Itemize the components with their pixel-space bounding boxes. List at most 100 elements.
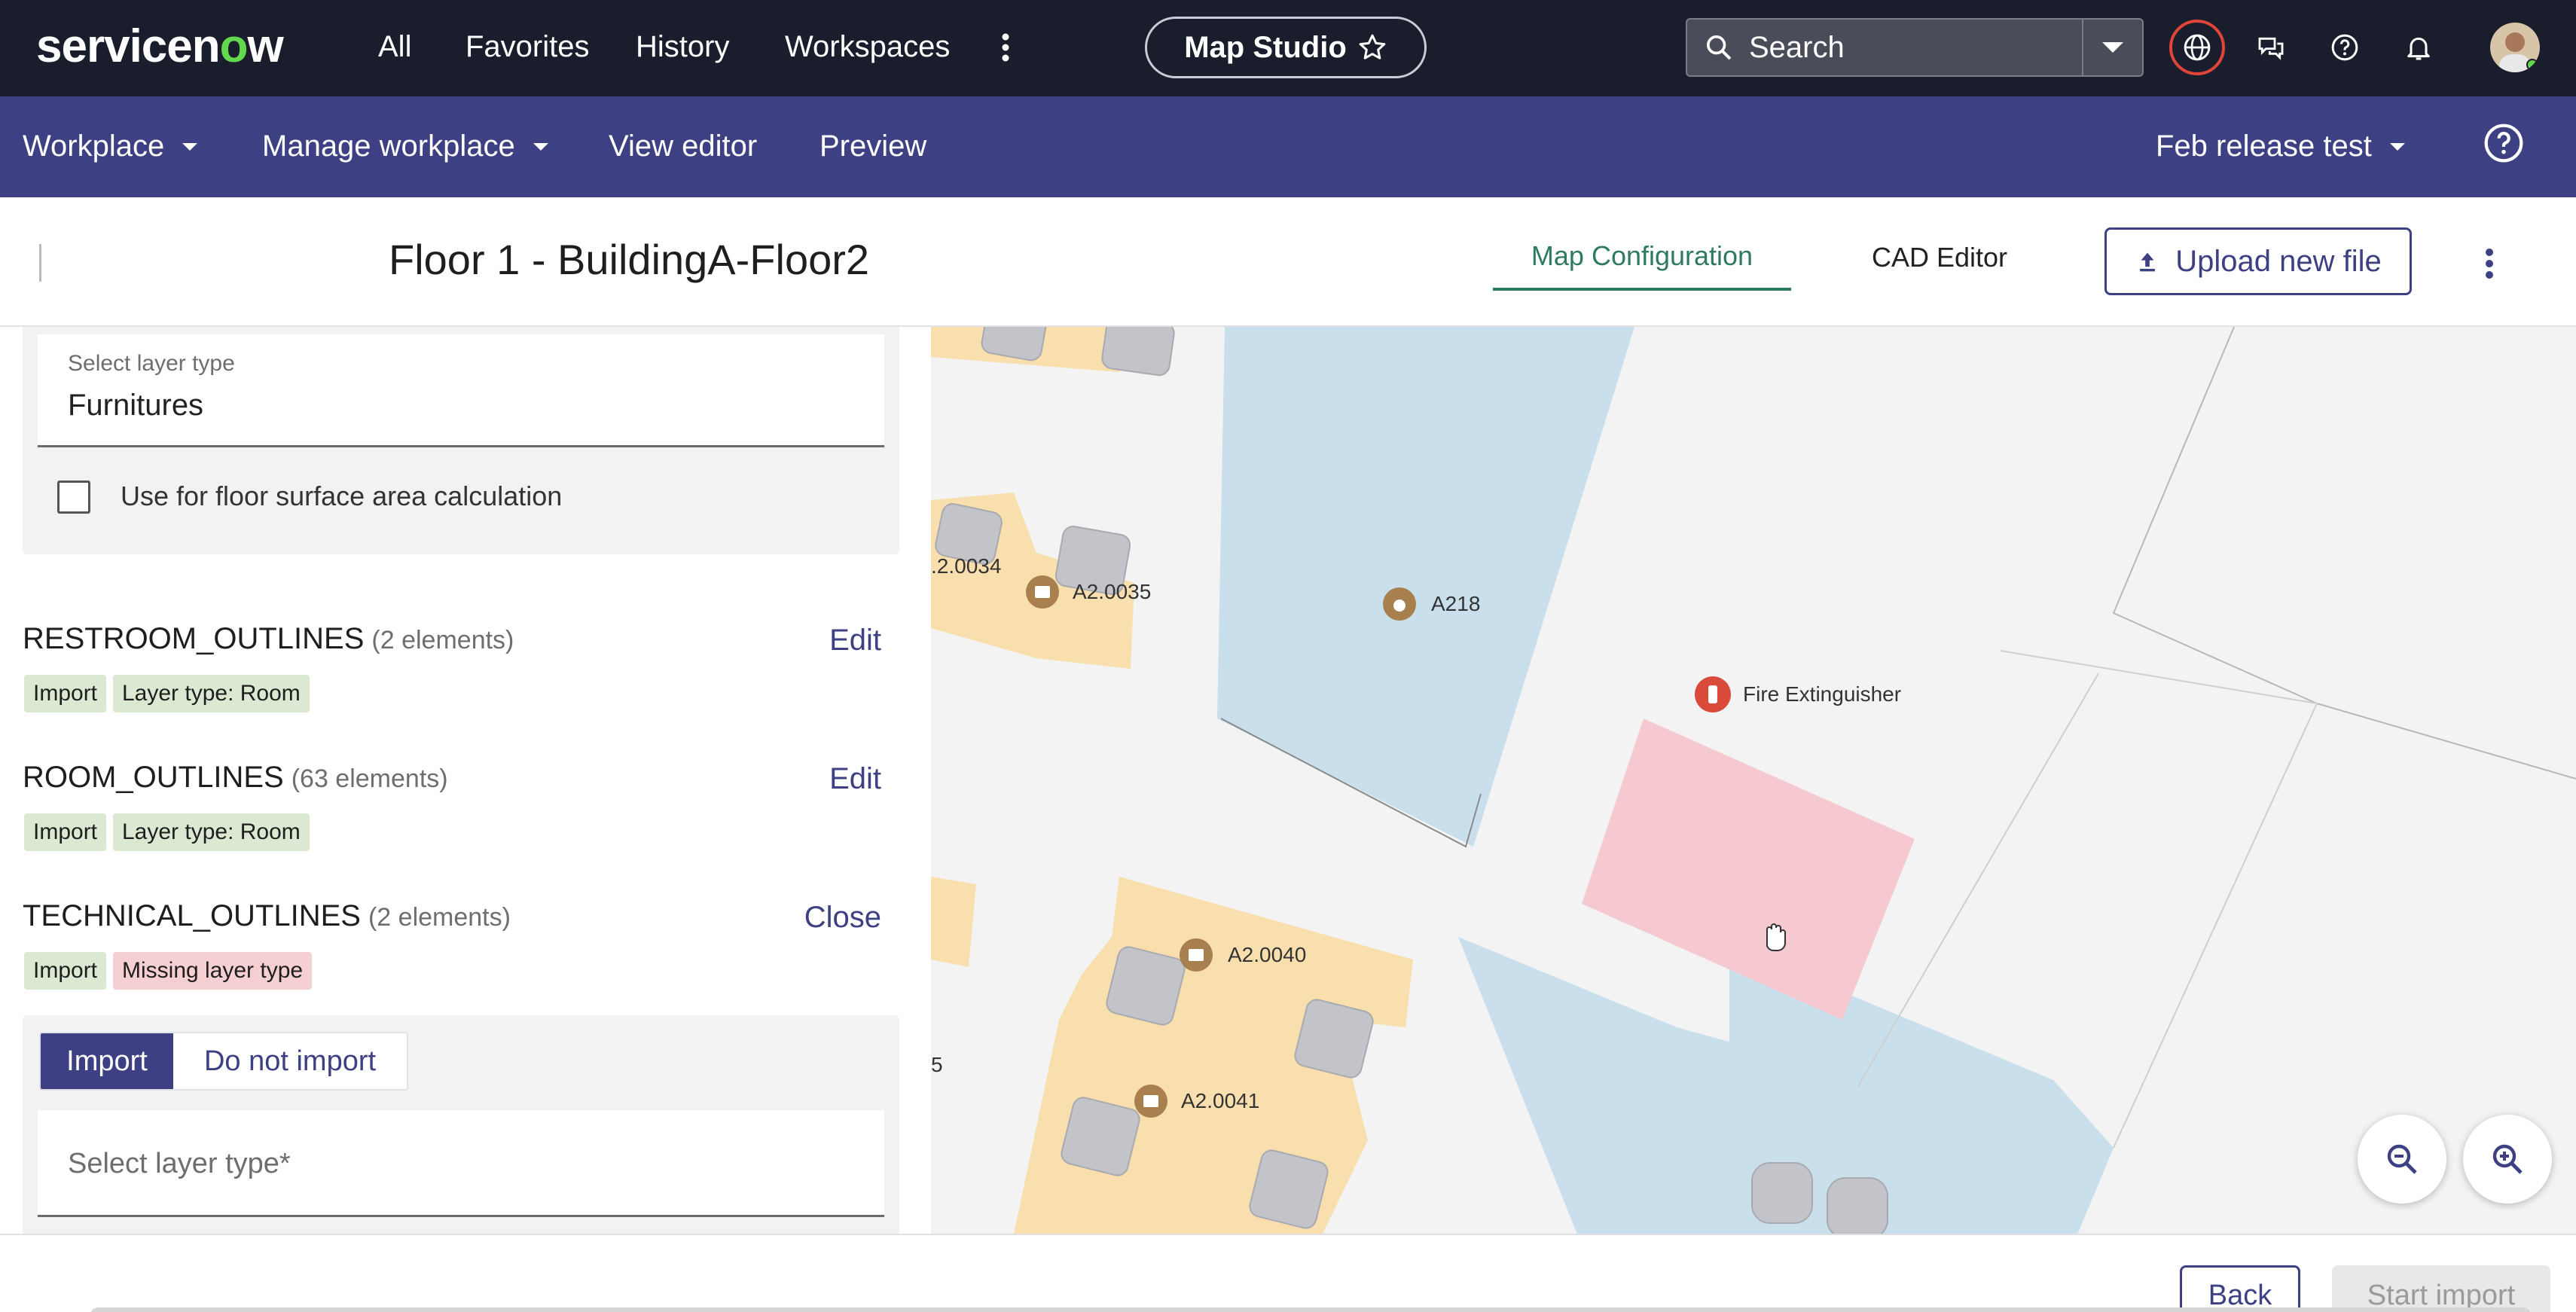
layer-type-value: Furnitures <box>68 389 204 422</box>
upload-new-file-button[interactable]: Upload new file <box>2104 227 2412 295</box>
release-label: Feb release test <box>2156 130 2372 163</box>
import-option[interactable]: Import <box>41 1033 173 1089</box>
help-icon[interactable] <box>2318 21 2371 74</box>
caret-down-icon <box>182 142 198 151</box>
app-name-pill[interactable]: Map Studio <box>1145 17 1427 78</box>
caret-down-icon <box>533 142 548 151</box>
asset-label: Fire Extinguisher <box>1743 682 1902 706</box>
workplace-label: Workplace <box>23 130 165 163</box>
close-technical-button[interactable]: Close <box>798 901 881 935</box>
scrollbar-track[interactable] <box>90 1307 2531 1312</box>
global-search[interactable]: Search <box>1686 18 2144 77</box>
tab-map-configuration[interactable]: Map Configuration <box>1493 224 1791 291</box>
chevron-down-icon <box>2102 42 2123 53</box>
layer-type-tag: Layer type: Room <box>113 675 310 712</box>
surface-area-checkbox[interactable] <box>57 481 90 514</box>
nav-all[interactable]: All <box>378 30 411 64</box>
star-icon[interactable] <box>1357 32 1387 63</box>
release-selector[interactable]: Feb release test <box>2156 130 2405 163</box>
more-vertical-icon[interactable] <box>2478 243 2501 285</box>
bell-icon[interactable] <box>2392 21 2445 74</box>
layer-name: ROOM_OUTLINES <box>23 761 284 794</box>
workspace-subnav: Workplace Manage workplace View editor P… <box>0 96 2576 197</box>
app-name-label: Map Studio <box>1184 30 1347 64</box>
manage-workplace-menu[interactable]: Manage workplace <box>262 130 548 163</box>
user-avatar[interactable] <box>2490 23 2540 72</box>
help-circle-icon[interactable] <box>2483 122 2525 164</box>
layer-type-label: Select layer type <box>68 351 235 376</box>
search-icon <box>1707 35 1732 60</box>
room-label: A2.0035 <box>1073 580 1152 603</box>
room-label: A218 <box>1431 592 1481 615</box>
room-marker-icon[interactable] <box>1180 938 1213 972</box>
zoom-in-icon <box>2492 1144 2523 1174</box>
page-title: Floor 1 - BuildingA-Floor2 <box>389 236 870 283</box>
layer-name-technical: TECHNICAL_OUTLINES (2 elements) <box>23 899 511 933</box>
layer-name-room: ROOM_OUTLINES (63 elements) <box>23 761 448 795</box>
room-marker-icon[interactable] <box>1026 575 1059 609</box>
back-button[interactable]: Back <box>2180 1265 2300 1312</box>
header-divider <box>39 244 41 282</box>
furniture-zone <box>931 877 976 967</box>
import-tag: Import <box>24 675 107 712</box>
more-vertical-icon[interactable] <box>979 21 1032 74</box>
layer-name-restroom: RESTROOM_OUTLINES (2 elements) <box>23 622 514 656</box>
start-import-button[interactable]: Start import <box>2332 1265 2550 1312</box>
layer-name: RESTROOM_OUTLINES <box>23 622 365 655</box>
search-input[interactable]: Search <box>1749 31 2082 65</box>
layer-type-select-required[interactable]: Select layer type* <box>38 1110 884 1217</box>
layer-element-count: (63 elements) <box>291 764 448 793</box>
room-marker-icon[interactable] <box>1134 1085 1167 1118</box>
import-tag: Import <box>24 952 107 990</box>
wizard-footer: Back Start import <box>0 1234 2576 1312</box>
room-outline <box>2112 327 2576 780</box>
nav-workspaces[interactable]: Workspaces <box>785 30 950 64</box>
room-label: .2.0034 <box>931 554 1002 578</box>
upload-label: Upload new file <box>2175 244 2382 278</box>
nav-favorites[interactable]: Favorites <box>465 30 590 64</box>
room-marker-icon[interactable] <box>1383 587 1416 621</box>
layer-element-count: (2 elements) <box>371 626 514 654</box>
layer-type-tag: Layer type: Room <box>113 813 310 851</box>
layer-name: TECHNICAL_OUTLINES <box>23 899 361 932</box>
view-editor-link[interactable]: View editor <box>609 130 757 163</box>
fire-extinguisher-room <box>1582 719 1915 1020</box>
floor-map-canvas[interactable]: .2.0034 A2.0035 A218 Fire Extinguisher A… <box>931 327 2576 1234</box>
edit-room-button[interactable]: Edit <box>798 762 881 796</box>
floor-plan-drawing <box>931 327 2576 1234</box>
layer-configuration-panel: Select layer type Furnitures Use for flo… <box>0 327 931 1234</box>
edit-restroom-button[interactable]: Edit <box>798 624 881 658</box>
surface-area-checkbox-label: Use for floor surface area calculation <box>121 481 563 511</box>
layer-settings-card: Select layer type Furnitures Use for flo… <box>23 327 899 554</box>
caret-down-icon <box>2389 142 2405 151</box>
chat-icon[interactable] <box>2245 21 2297 74</box>
globe-icon[interactable] <box>2169 20 2225 75</box>
import-tag: Import <box>24 813 107 851</box>
room-a218 <box>1195 327 1634 847</box>
fire-extinguisher-icon[interactable] <box>1695 676 1731 712</box>
page-header: Floor 1 - BuildingA-Floor2 Map Configura… <box>0 197 2576 327</box>
room-label: A2.0041 <box>1181 1089 1260 1112</box>
servicenow-logo[interactable]: servicenow <box>36 20 284 73</box>
zoom-in-button[interactable] <box>2463 1115 2552 1204</box>
top-navigation-bar: servicenow All Favorites History Workspa… <box>0 0 2576 96</box>
layer-element-count: (2 elements) <box>368 903 511 932</box>
manage-workplace-label: Manage workplace <box>262 130 515 163</box>
preview-link[interactable]: Preview <box>819 130 926 163</box>
zoom-out-icon <box>2387 1144 2417 1174</box>
technical-layer-settings: Import Do not import Select layer type* <box>23 1015 899 1234</box>
tab-cad-editor[interactable]: CAD Editor <box>1838 224 2041 291</box>
workplace-menu[interactable]: Workplace <box>23 130 198 163</box>
import-toggle-group: Import Do not import <box>39 1032 408 1091</box>
layer-type-select[interactable]: Select layer type Furnitures <box>38 334 884 447</box>
nav-history[interactable]: History <box>636 30 729 64</box>
zoom-out-button[interactable] <box>2358 1115 2446 1204</box>
search-scope-dropdown[interactable] <box>2082 20 2142 75</box>
missing-layer-type-tag: Missing layer type <box>113 952 313 990</box>
room-label: 5 <box>931 1053 943 1076</box>
room-outline <box>2000 650 2318 1149</box>
layer-type-placeholder: Select layer type* <box>68 1148 291 1179</box>
room-label: A2.0040 <box>1228 943 1307 966</box>
upload-icon <box>2140 252 2156 272</box>
do-not-import-option[interactable]: Do not import <box>173 1033 407 1089</box>
